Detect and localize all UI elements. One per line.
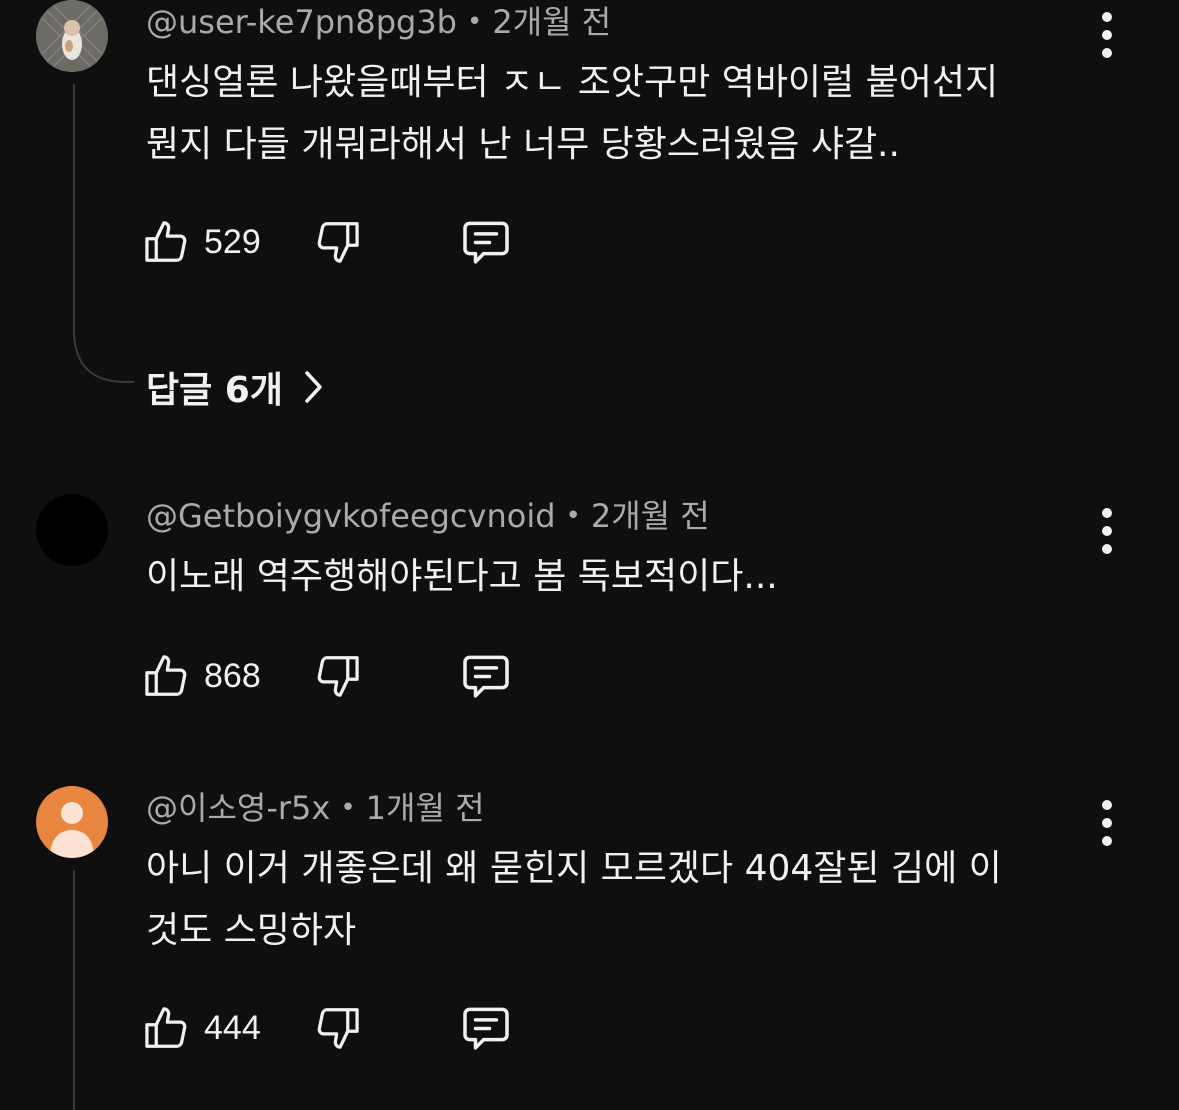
more-options-button[interactable] [1088,506,1126,556]
comment-actions: 529 [140,214,540,270]
thumbs-up-icon [145,1007,187,1048]
view-replies-link[interactable]: 답글 6개 [146,362,325,412]
thumbs-up-icon [145,655,187,696]
comment-meta: @이소영-r5x • 1개월 전 [146,788,485,831]
more-options-button[interactable] [1088,10,1126,60]
comment-3: @이소영-r5x • 1개월 전 아니 이거 개좋은데 왜 묻힌지 모르겠다 404… [0,786,1179,1110]
like-button[interactable]: 529 [140,214,261,270]
comment-actions: 444 [140,1000,540,1056]
thumbs-down-icon [317,222,359,263]
comment-text: 댄싱얼론 나왔을때부터 ㅈㄴ 조앗구만 역바이럴 붙어선지 뭔지 다들 개뭐라해… [146,52,1086,176]
avatar[interactable] [36,0,108,72]
dislike-button[interactable] [312,1000,364,1056]
meta-separator: • [565,501,581,531]
like-count: 529 [204,222,261,261]
comment-text-line: 이노래 역주행해야된다고 봄 독보적이다... [146,556,778,597]
comment-2: @Getboiygvkofeegcvnoid • 2개월 전 이노래 역주행해야된다… [0,494,1179,734]
author-handle[interactable]: @user-ke7pn8pg3b [146,3,457,41]
comment-1: @user-ke7pn8pg3b • 2개월 전 댄싱얼론 나왔을때부터 ㅈㄴ 조앗… [0,0,1179,430]
comment-text-line: 것도 스밍하자 [146,910,357,951]
comment-time: 2개월 전 [590,497,710,535]
chevron-right-icon [305,371,322,403]
comment-text: 이노래 역주행해야된다고 봄 독보적이다... [146,546,1086,608]
comment-text-line: 댄싱얼론 나왔을때부터 ㅈㄴ 조앗구만 역바이럴 붙어선지 [146,62,999,103]
reply-button[interactable] [458,648,514,704]
dislike-button[interactable] [312,214,364,270]
avatar[interactable] [36,786,108,858]
comment-icon [463,1007,509,1050]
thread-curve [73,330,134,383]
comment-icon [463,655,509,698]
meta-separator: • [466,7,483,37]
thumbs-up-icon [145,221,187,262]
like-count: 868 [204,656,261,695]
avatar[interactable] [36,494,108,566]
author-handle[interactable]: @Getboiygvkofeegcvnoid [146,497,556,535]
meta-separator: • [340,793,356,823]
comment-meta: @user-ke7pn8pg3b • 2개월 전 [146,2,611,45]
comment-text-line: 아니 이거 개좋은데 왜 묻힌지 모르겠다 404잘된 김에 이 [146,848,1002,889]
reply-button[interactable] [458,214,514,270]
comment-actions: 868 [140,648,540,704]
comment-time: 2개월 전 [492,3,612,41]
more-options-button[interactable] [1088,798,1126,848]
like-count: 444 [204,1008,261,1047]
comment-text: 아니 이거 개좋은데 왜 묻힌지 모르겠다 404잘된 김에 이 것도 스밍하자 [146,838,1086,962]
comment-meta: @Getboiygvkofeegcvnoid • 2개월 전 [146,496,710,539]
like-button[interactable]: 444 [140,1000,261,1056]
thread-line [73,870,75,1110]
thread-line [73,84,75,338]
like-button[interactable]: 868 [140,648,261,704]
thumbs-down-icon [317,1008,359,1049]
dislike-button[interactable] [312,648,364,704]
default-user-icon [50,802,94,858]
avatar-photo [36,0,108,72]
comment-time: 1개월 전 [365,789,485,827]
thumbs-down-icon [317,656,359,697]
comment-text-line: 뭔지 다들 개뭐라해서 난 너무 당황스러웠음 샤갈.. [146,124,900,165]
comment-icon [463,221,509,264]
replies-count-label: 답글 6개 [146,370,283,411]
author-handle[interactable]: @이소영-r5x [146,789,330,827]
reply-button[interactable] [458,1000,514,1056]
